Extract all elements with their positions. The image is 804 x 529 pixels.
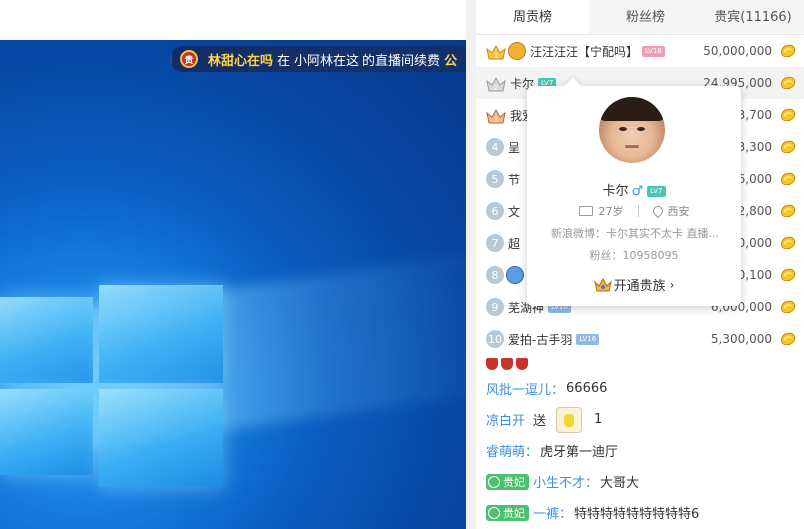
contribution-value: 2,800 [737, 204, 772, 218]
tab-vip[interactable]: 贵宾(11166) [702, 0, 804, 34]
chat-message: 风批一逗儿： 66666 [486, 379, 608, 398]
crown-icon: 2 [486, 74, 506, 92]
banner-tail: 公 [444, 53, 458, 69]
noble-tier-icon [506, 266, 524, 284]
contribution-value: 50,000,000 [703, 44, 772, 58]
open-noble-button[interactable]: 开通贵族 › [527, 275, 741, 294]
noble-icon [488, 506, 500, 519]
id-card-icon [578, 206, 593, 216]
avatar[interactable] [599, 97, 665, 163]
banner-text-2: 的直播间续费 [362, 53, 441, 69]
gift-icon [556, 406, 583, 433]
profile-name-line: 卡尔 ♂ LV7 [527, 180, 741, 199]
rank-row[interactable]: 10 爱拍-古手羽 LV16 5,300,000 [476, 323, 804, 355]
svg-text:2: 2 [494, 84, 498, 92]
rank-number: 10 [486, 330, 504, 348]
windows-logo [0, 285, 230, 487]
chat-list: 风批一逗儿： 66666 凉白开送 1 睿萌萌：虎牙第一迪厅 贵妃 小生不才：大哥大 贵妃 一裤… [476, 355, 804, 528]
contribution-value: 0,100 [737, 268, 772, 282]
gift-count: 1 [594, 412, 603, 427]
level-badge: LV16 [576, 333, 600, 345]
gold-bean-icon [780, 236, 796, 249]
rank-user-name[interactable]: 呈 [508, 139, 520, 156]
crown-icon: 3 [486, 106, 506, 124]
profile-weibo[interactable]: 新浪微博：卡尔其实不太卡 直播... [543, 225, 727, 241]
rank-user-name[interactable]: 汪汪汪汪【宁配吗】 [530, 43, 638, 60]
rank-number: 7 [486, 234, 504, 252]
rank-user-name[interactable]: 节 [508, 171, 520, 188]
chat-message [476, 355, 804, 373]
contribution-value: 5,300,000 [710, 332, 772, 346]
chat-text: 虎牙第一迪厅 [540, 445, 619, 460]
svg-text:1: 1 [494, 52, 498, 60]
tab-weekly-contribution[interactable]: 周贡榜 [476, 0, 589, 34]
chat-message: 贵妃 小生不才：大哥大 [476, 466, 804, 497]
profile-city: 西安 [667, 205, 690, 218]
noble-badge: 贵妃 [486, 504, 529, 521]
noble-badge-icon: 贵 [180, 50, 198, 68]
contribution-value: 3,700 [737, 108, 772, 122]
gold-bean-icon [780, 268, 796, 281]
chat-user[interactable]: 睿萌萌 [486, 441, 525, 460]
crown-icon: 1 [486, 42, 506, 60]
gold-bean-icon [780, 140, 796, 153]
rank-user-name[interactable]: 爱拍-古手羽 [508, 331, 572, 348]
chat-user[interactable]: 一裤 [533, 503, 559, 522]
chat-text: 特特特特特特特特特6 [574, 507, 700, 522]
chat-user[interactable]: 小生不才 [533, 472, 585, 491]
gold-bean-icon [780, 76, 796, 89]
contribution-value: 0,000 [737, 236, 772, 250]
chat-message: 贵妃 一裤：特特特特特特特特特6 [476, 497, 804, 528]
profile-age: 27岁 [598, 205, 624, 218]
rank-number: 6 [486, 202, 504, 220]
rank-user-name[interactable]: 文 [508, 203, 520, 220]
open-noble-label: 开通贵族 [613, 279, 666, 294]
chat-user[interactable]: 凉白开 [486, 410, 525, 429]
gold-bean-icon [780, 332, 796, 345]
renewal-banner: 贵 林甜心在吗 在 小阿林在这 的直播间续费 公 [170, 46, 480, 72]
chat-message: 睿萌萌：虎牙第一迪厅 [476, 435, 804, 466]
user-profile-card: 卡尔 ♂ LV7 27岁 西安 新浪微博：卡尔其实不太卡 直播... 粉丝：1095… [527, 86, 741, 306]
gift-action: 送 [533, 414, 547, 429]
level-badge: LV7 [647, 186, 666, 197]
video-player[interactable] [0, 0, 466, 529]
gold-bean-icon [780, 300, 796, 313]
profile-fans: 粉丝：10958095 [589, 249, 679, 262]
banner-text: 在 [277, 53, 291, 69]
chat-text: 大哥大 [600, 476, 640, 491]
noble-icon [488, 475, 500, 488]
tab-fans[interactable]: 粉丝榜 [589, 0, 702, 34]
rank-row[interactable]: 1 汪汪汪汪【宁配吗】 LV18 50,000,000 [476, 35, 804, 67]
chat-text: 66666 [566, 381, 608, 396]
banner-user[interactable]: 林甜心在吗 [208, 50, 273, 69]
gold-bean-icon [780, 204, 796, 217]
chat-message: 凉白开送 1 [476, 404, 804, 435]
noble-badge: 贵妃 [486, 473, 529, 490]
svg-text:3: 3 [494, 116, 498, 124]
contribution-value: 6,000 [737, 172, 772, 186]
banner-anchor-name: 小阿林在这 [294, 53, 360, 69]
video-top-strip [0, 0, 466, 40]
male-icon: ♂ [631, 184, 644, 199]
fan-badge-icons [486, 357, 528, 371]
gold-bean-icon [780, 108, 796, 121]
rank-tabs: 周贡榜 粉丝榜 贵宾(11166) [476, 0, 804, 35]
rank-number: 8 [486, 266, 504, 284]
rank-user-name[interactable]: 超 [508, 235, 520, 252]
rank-number: 9 [486, 298, 504, 316]
location-pin-icon [650, 203, 665, 219]
gold-bean-icon [780, 44, 796, 57]
chat-user[interactable]: 风批一逗儿 [486, 379, 551, 398]
profile-info-line: 27岁 西安 [527, 203, 741, 219]
profile-name: 卡尔 [602, 184, 629, 199]
crown-icon [593, 277, 612, 291]
rank-number: 5 [486, 170, 504, 188]
contribution-value: 3,300 [737, 140, 772, 154]
rank-number: 4 [486, 138, 504, 156]
gold-bean-icon [780, 172, 796, 185]
level-badge: LV18 [642, 45, 665, 57]
chevron-right-icon: › [669, 277, 675, 292]
noble-tier-icon [508, 42, 526, 60]
